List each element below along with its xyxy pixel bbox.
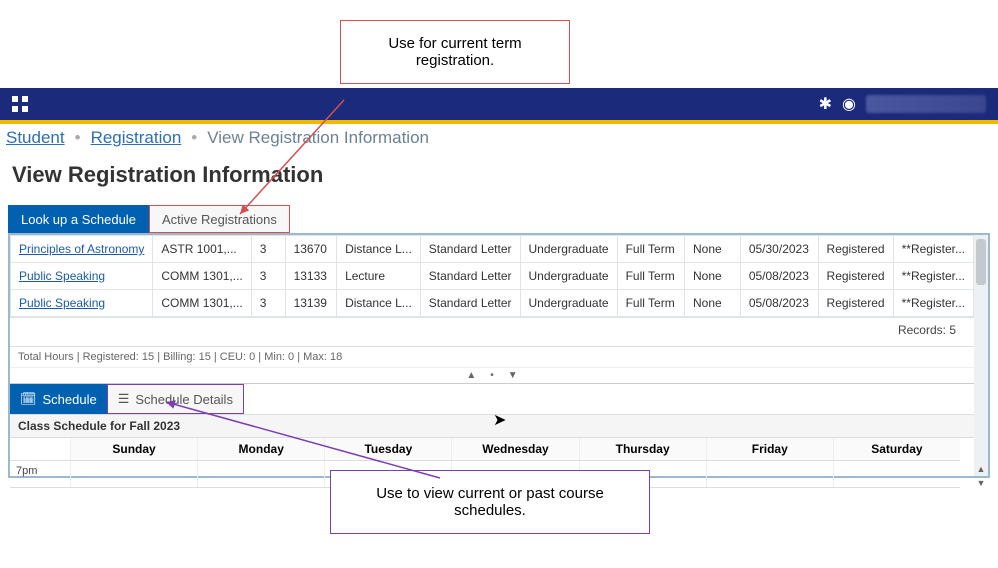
table-cell: None: [685, 290, 741, 317]
week-scrollbar[interactable]: ▲ ▼: [974, 462, 988, 488]
col-thursday: Thursday: [579, 438, 706, 460]
table-cell: Undergraduate: [520, 290, 617, 317]
table-cell: 3: [251, 290, 285, 317]
table-cell: Registered: [818, 236, 893, 263]
table-cell: Full Term: [617, 290, 684, 317]
gear-icon[interactable]: ✱: [819, 94, 832, 114]
table-cell: Standard Letter: [420, 263, 520, 290]
table-cell: Full Term: [617, 263, 684, 290]
week-header-row: Sunday Monday Tuesday Wednesday Thursday…: [10, 438, 960, 461]
accent-bar: [0, 120, 998, 124]
breadcrumb-sep: •: [75, 128, 81, 148]
table-cell: **Register...: [893, 263, 973, 290]
breadcrumb-link-registration[interactable]: Registration: [91, 128, 182, 148]
table-cell: Principles of Astronomy: [11, 236, 153, 263]
table-cell: 05/08/2023: [740, 263, 818, 290]
main-tab-bar: Look up a Schedule Active Registrations: [8, 205, 990, 234]
pager-arrows: ▲ • ▼: [10, 367, 974, 383]
table-cell: COMM 1301,...: [153, 263, 251, 290]
content-panel: Principles of Astronomy ASTR 1001,...3136…: [8, 233, 990, 478]
table-cell: 05/08/2023: [740, 290, 818, 317]
annotation-text: Use for current term registration.: [388, 35, 521, 69]
table-cell: 05/30/2023: [740, 236, 818, 263]
user-name-blurred: [866, 95, 986, 113]
course-link[interactable]: Public Speaking: [19, 296, 105, 310]
table-cell: 13133: [285, 263, 337, 290]
table-cell: 3: [251, 263, 285, 290]
page-title: View Registration Information: [12, 162, 323, 188]
tab-schedule[interactable]: 🗓 Schedule: [10, 384, 107, 414]
tab-active-registrations[interactable]: Active Registrations: [149, 205, 290, 233]
table-cell: Standard Letter: [420, 236, 520, 263]
arrow-up-icon[interactable]: ▲: [974, 462, 988, 476]
breadcrumb-link-student[interactable]: Student: [6, 128, 65, 148]
col-saturday: Saturday: [833, 438, 960, 460]
list-icon: ☰: [118, 391, 130, 407]
annotation-callout-bottom: Use to view current or past course sched…: [330, 470, 650, 534]
col-friday: Friday: [706, 438, 833, 460]
table-cell: Full Term: [617, 236, 684, 263]
table-cell: 13139: [285, 290, 337, 317]
table-row: Public Speaking COMM 1301,...313133Lectur…: [11, 263, 974, 290]
schedule-tab-bar: 🗓 Schedule ☰ Schedule Details: [10, 383, 974, 414]
tab-schedule-details[interactable]: ☰ Schedule Details: [107, 384, 244, 414]
table-cell: **Register...: [893, 290, 973, 317]
mouse-cursor-icon: ➤: [493, 410, 506, 430]
arrow-down-icon[interactable]: ▼: [508, 370, 518, 381]
annotation-callout-top: Use for current term registration.: [340, 20, 570, 84]
col-tuesday: Tuesday: [324, 438, 451, 460]
table-cell: COMM 1301,...: [153, 290, 251, 317]
cell[interactable]: [706, 461, 833, 487]
course-link[interactable]: Principles of Astronomy: [19, 242, 144, 256]
user-icon[interactable]: ◉: [842, 94, 856, 114]
registration-table: Principles of Astronomy ASTR 1001,...3136…: [10, 235, 974, 317]
table-cell: ASTR 1001,...: [153, 236, 251, 263]
table-cell: Public Speaking: [11, 263, 153, 290]
table-cell: Undergraduate: [520, 263, 617, 290]
table-cell: Distance L...: [337, 290, 421, 317]
table-cell: None: [685, 236, 741, 263]
col-wednesday: Wednesday: [451, 438, 578, 460]
breadcrumb: Student • Registration • View Registrati…: [6, 128, 429, 148]
cell[interactable]: [197, 461, 324, 487]
breadcrumb-current: View Registration Information: [207, 128, 429, 148]
table-cell: Distance L...: [337, 236, 421, 263]
tab-schedule-label: Schedule: [43, 392, 97, 407]
cell[interactable]: [70, 461, 197, 487]
time-slot: 7pm: [10, 461, 70, 487]
calendar-icon: 🗓: [20, 391, 37, 407]
table-cell: Standard Letter: [420, 290, 520, 317]
cell[interactable]: [833, 461, 960, 487]
table-row: Public Speaking COMM 1301,...313139Distan…: [11, 290, 974, 317]
records-count: Records: 5: [10, 317, 974, 342]
table-row: Principles of Astronomy ASTR 1001,...3136…: [11, 236, 974, 263]
schedule-title: Class Schedule for Fall 2023: [10, 414, 974, 438]
table-cell: Registered: [818, 263, 893, 290]
table-cell: None: [685, 263, 741, 290]
table-cell: **Register...: [893, 236, 973, 263]
col-sunday: Sunday: [70, 438, 197, 460]
table-cell: Public Speaking: [11, 290, 153, 317]
apps-icon[interactable]: [12, 96, 28, 112]
arrow-up-icon[interactable]: ▲: [466, 370, 476, 381]
tab-look-up-schedule[interactable]: Look up a Schedule: [8, 205, 149, 233]
hours-summary: Total Hours | Registered: 15 | Billing: …: [10, 346, 974, 367]
dot-icon[interactable]: •: [490, 370, 494, 381]
table-cell: Undergraduate: [520, 236, 617, 263]
table-cell: 13670: [285, 236, 337, 263]
tab-schedule-details-label: Schedule Details: [135, 392, 233, 407]
annotation-text: Use to view current or past course sched…: [376, 485, 604, 519]
arrow-down-icon[interactable]: ▼: [974, 476, 988, 490]
table-cell: 3: [251, 236, 285, 263]
top-nav-bar: ✱ ◉: [0, 88, 998, 120]
breadcrumb-sep: •: [191, 128, 197, 148]
scrollbar-thumb[interactable]: [976, 239, 986, 285]
col-monday: Monday: [197, 438, 324, 460]
course-link[interactable]: Public Speaking: [19, 269, 105, 283]
table-cell: Lecture: [337, 263, 421, 290]
table-cell: Registered: [818, 290, 893, 317]
